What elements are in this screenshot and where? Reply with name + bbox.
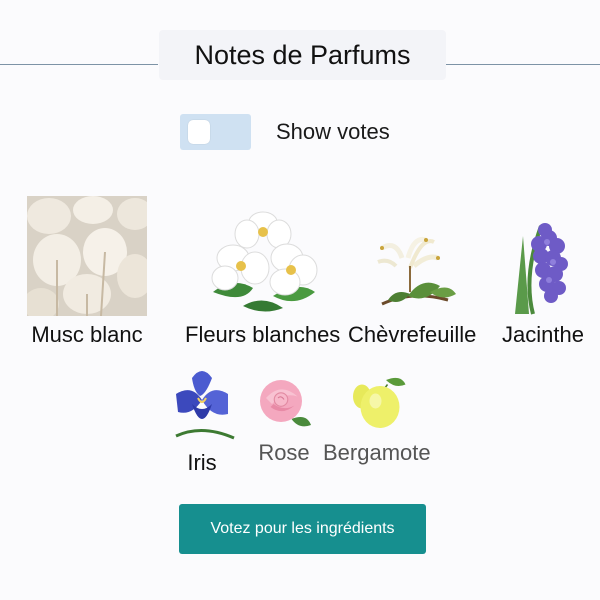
toggle-knob [188, 120, 210, 144]
note-bergamote[interactable]: Bergamote [323, 374, 431, 466]
pink-rose-icon [254, 374, 314, 434]
note-jacinthe[interactable]: Jacinthe [483, 196, 600, 348]
vote-ingredients-button[interactable]: Votez pour les ingrédients [179, 504, 426, 554]
note-musc-blanc[interactable]: Musc blanc [27, 196, 147, 348]
note-label: Chèvrefeuille [348, 322, 477, 347]
note-label: Iris [187, 450, 217, 475]
white-musk-bunny-tail-grass-icon [27, 196, 147, 316]
note-rose[interactable]: Rose [254, 374, 314, 466]
white-jasmine-flowers-icon [202, 196, 323, 316]
show-votes-toggle[interactable] [180, 114, 251, 150]
title-rule-right [446, 64, 600, 65]
note-label: Musc blanc [31, 322, 143, 347]
honeysuckle-flower-icon [352, 196, 473, 316]
purple-hyacinth-icon [483, 196, 600, 316]
note-label: Fleurs blanches [185, 322, 341, 347]
page-title: Notes de Parfums [159, 30, 446, 80]
note-label: Rose [258, 440, 310, 465]
note-fleurs-blanches[interactable]: Fleurs blanches [185, 196, 340, 348]
note-label: Jacinthe [502, 322, 584, 347]
note-chevrefeuille[interactable]: Chèvrefeuille [348, 196, 476, 348]
blue-iris-flower-icon [162, 364, 242, 444]
title-bar: Notes de Parfums [0, 30, 600, 80]
title-rule-left [0, 64, 158, 65]
note-label: Bergamote [323, 440, 431, 465]
bergamot-fruit-icon [346, 374, 407, 434]
show-votes-row: Show votes [180, 114, 390, 150]
show-votes-label: Show votes [276, 119, 390, 144]
note-iris[interactable]: Iris [162, 364, 242, 476]
